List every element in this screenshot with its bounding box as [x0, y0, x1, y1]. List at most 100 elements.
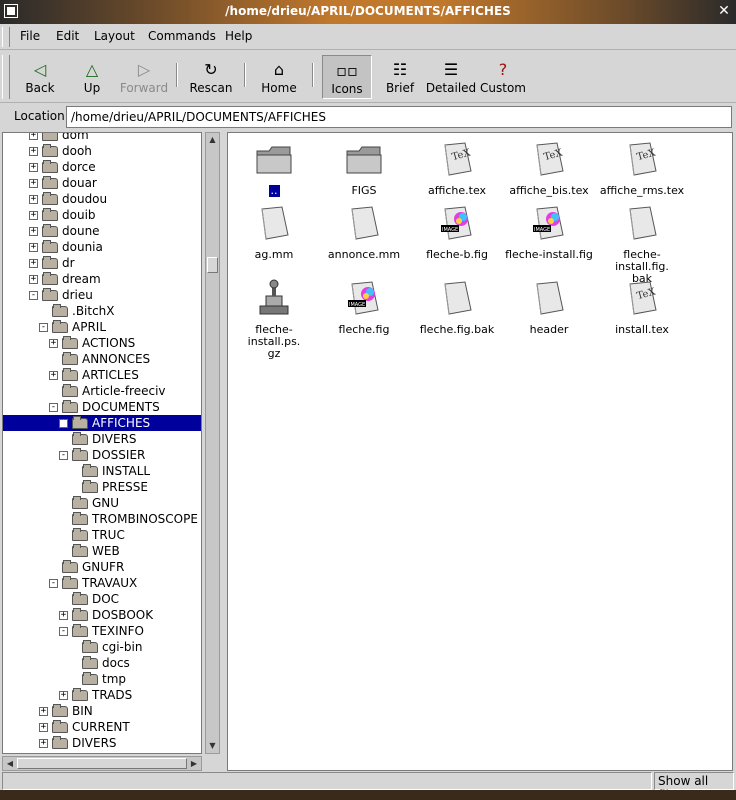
custom-view-button[interactable]: ? Custom	[480, 55, 526, 99]
menu-bar-grip[interactable]	[2, 27, 10, 47]
expand-icon[interactable]: +	[29, 195, 38, 204]
tree-item[interactable]: + dream	[29, 271, 101, 287]
tree-item[interactable]: + dr	[29, 255, 75, 271]
icons-view-button[interactable]: ▫▫ Icons	[322, 55, 372, 99]
expand-icon[interactable]: +	[29, 133, 38, 140]
collapse-icon[interactable]: -	[39, 323, 48, 332]
tree-item[interactable]: - DOSSIER	[59, 447, 145, 463]
expand-icon[interactable]: +	[29, 211, 38, 220]
tree-item[interactable]: DIVERS	[59, 431, 137, 447]
tree-scroll-thumb[interactable]	[207, 257, 218, 273]
expand-icon[interactable]: +	[29, 163, 38, 172]
forward-button[interactable]: ▷ Forward	[116, 55, 172, 99]
show-all-files-toggle[interactable]: Show all files	[654, 772, 734, 800]
detailed-view-button[interactable]: ☰ Detailed	[424, 55, 478, 99]
tree-item[interactable]: + DIVERS	[39, 735, 117, 751]
file-item[interactable]: ag.mm	[229, 203, 319, 261]
tree-item[interactable]: + CURRENT	[39, 719, 130, 735]
menu-commands[interactable]: Commands	[148, 29, 216, 43]
menu-help[interactable]: Help	[225, 29, 252, 43]
tree-item[interactable]: + dorce	[29, 159, 96, 175]
file-item[interactable]: IMAGE fleche-b.fig	[412, 203, 502, 261]
close-icon[interactable]: ✕	[716, 3, 732, 19]
tree-item[interactable]: cgi-bin	[69, 639, 142, 655]
file-item[interactable]: TeX affiche_rms.tex	[597, 139, 687, 197]
tree-item[interactable]: TRUC	[59, 527, 125, 543]
tree-item[interactable]: INSTALL	[69, 463, 150, 479]
scroll-down-icon[interactable]: ▼	[207, 740, 218, 752]
tree-item[interactable]: GNUFR	[49, 559, 124, 575]
file-item[interactable]: fleche.fig.bak	[412, 278, 502, 336]
tree-item[interactable]: TROMBINOSCOPE	[59, 511, 198, 527]
file-item[interactable]: TeX affiche.tex	[412, 139, 502, 197]
tree-item[interactable]: + AFFICHES	[3, 415, 201, 431]
file-item[interactable]: annonce.mm	[319, 203, 409, 261]
expand-icon[interactable]: +	[29, 275, 38, 284]
scroll-right-icon[interactable]: ▶	[188, 758, 200, 769]
expand-icon[interactable]: +	[49, 339, 58, 348]
expand-icon[interactable]: +	[49, 371, 58, 380]
collapse-icon[interactable]: -	[49, 579, 58, 588]
expand-icon[interactable]: +	[29, 259, 38, 268]
tree-item[interactable]: PRESSE	[69, 479, 148, 495]
expand-icon[interactable]: +	[29, 179, 38, 188]
file-item[interactable]: ..	[229, 139, 319, 197]
tree-item[interactable]: + doudou	[29, 191, 107, 207]
file-item[interactable]: header	[504, 278, 594, 336]
tree-item[interactable]: docs	[69, 655, 130, 671]
tree-item[interactable]: WEB	[59, 543, 120, 559]
file-item[interactable]: fleche-install.fig. bak	[597, 203, 687, 285]
file-item[interactable]: TeX install.tex	[597, 278, 687, 336]
menu-file[interactable]: File	[20, 29, 40, 43]
scroll-up-icon[interactable]: ▲	[207, 134, 218, 146]
expand-icon[interactable]: +	[39, 723, 48, 732]
tree-item[interactable]: - TRAVAUX	[49, 575, 137, 591]
brief-view-button[interactable]: ☷ Brief	[378, 55, 422, 99]
tree-item[interactable]: - TEXINFO	[59, 623, 144, 639]
up-button[interactable]: △ Up	[70, 55, 114, 99]
tree-item[interactable]: + dom	[29, 133, 89, 143]
expand-icon[interactable]: +	[29, 243, 38, 252]
tree-item[interactable]: + dooh	[29, 143, 92, 159]
tree-item[interactable]: + douar	[29, 175, 97, 191]
expand-icon[interactable]: +	[39, 739, 48, 748]
tree-item[interactable]: + dounia	[29, 239, 103, 255]
collapse-icon[interactable]: -	[29, 291, 38, 300]
tree-item[interactable]: - DOCUMENTS	[49, 399, 160, 415]
menu-layout[interactable]: Layout	[94, 29, 135, 43]
menu-edit[interactable]: Edit	[56, 29, 79, 43]
expand-icon[interactable]: +	[59, 611, 68, 620]
location-input[interactable]: /home/drieu/APRIL/DOCUMENTS/AFFICHES	[66, 106, 732, 128]
tree-item[interactable]: GNU	[59, 495, 119, 511]
expand-icon[interactable]: +	[29, 227, 38, 236]
scroll-left-icon[interactable]: ◀	[4, 758, 16, 769]
file-item[interactable]: fleche-install.ps. gz	[229, 278, 319, 360]
tree-item[interactable]: Article-freeciv	[49, 383, 166, 399]
tree-vertical-scrollbar[interactable]: ▲ ▼	[205, 132, 220, 754]
expand-icon[interactable]: +	[29, 147, 38, 156]
expand-icon[interactable]: +	[59, 691, 68, 700]
tree-item[interactable]: ANNONCES	[49, 351, 150, 367]
tree-item[interactable]: + doune	[29, 223, 100, 239]
tree-hscroll-thumb[interactable]	[17, 758, 187, 769]
file-icon-view[interactable]: .. FIGS TeX affiche.tex TeX affiche_bis.tex Te…	[227, 132, 733, 771]
tree-horizontal-scrollbar[interactable]: ◀ ▶	[2, 756, 202, 771]
expand-icon[interactable]: +	[39, 707, 48, 716]
collapse-icon[interactable]: -	[59, 451, 68, 460]
rescan-button[interactable]: ↻ Rescan	[186, 55, 236, 99]
tree-item[interactable]: + DOSBOOK	[59, 607, 153, 623]
collapse-icon[interactable]: -	[59, 627, 68, 636]
tree-item[interactable]: + ARTICLES	[49, 367, 139, 383]
home-button[interactable]: ⌂ Home	[256, 55, 302, 99]
tree-item[interactable]: + ACTIONS	[49, 335, 135, 351]
back-button[interactable]: ◁ Back	[18, 55, 62, 99]
tree-item[interactable]: + BIN	[39, 703, 93, 719]
collapse-icon[interactable]: -	[49, 403, 58, 412]
file-item[interactable]: FIGS	[319, 139, 409, 197]
tree-item[interactable]: - drieu	[29, 287, 93, 303]
directory-tree[interactable]: + dom + dooh + dorce + douar + doudou + douib + doune…	[2, 132, 202, 754]
tree-item[interactable]: - APRIL	[39, 319, 106, 335]
file-item[interactable]: IMAGE fleche.fig	[319, 278, 409, 336]
tree-item[interactable]: tmp	[69, 671, 126, 687]
tree-item[interactable]: + douib	[29, 207, 96, 223]
